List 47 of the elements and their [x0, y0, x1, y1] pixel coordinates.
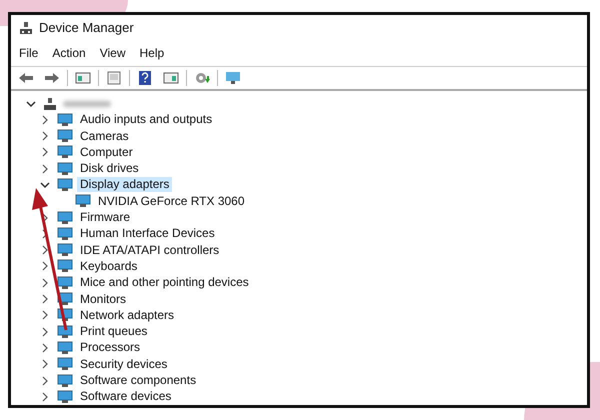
device-icon [75, 194, 91, 208]
device-icon [57, 162, 73, 176]
window-icon[interactable] [106, 70, 122, 86]
tree-item[interactable]: Processors [77, 340, 144, 356]
tree-item[interactable]: Software components [77, 373, 200, 388]
computer-icon [43, 96, 57, 110]
device-icon [57, 276, 73, 290]
tree-item[interactable]: Security devices [77, 356, 170, 372]
menu-item[interactable]: File [19, 44, 38, 62]
device-icon [57, 390, 73, 404]
device-icon [57, 340, 73, 355]
blurred-label [63, 100, 111, 106]
device-icon [57, 226, 73, 241]
tree-item[interactable]: Network adapters [77, 308, 178, 323]
tree-item[interactable]: Firmware [77, 210, 133, 226]
tree-item[interactable]: Mice and other pointing devices [77, 275, 252, 290]
device-icon [57, 243, 73, 258]
device-icon [57, 210, 73, 225]
tree-item[interactable]: Print queues [77, 324, 150, 340]
tree-item[interactable]: Keyboards [77, 258, 140, 274]
tree-item[interactable]: Cameras [77, 128, 132, 144]
device-icon [57, 145, 73, 160]
device-icon [57, 324, 73, 339]
tree-item[interactable]: NVIDIA GeForce RTX 3060 [95, 194, 248, 209]
panel-icon[interactable] [75, 70, 91, 86]
device-icon [57, 112, 73, 127]
tree-item[interactable]: Monitors [77, 292, 130, 307]
tree-item[interactable]: Computer [77, 144, 136, 160]
menu-item[interactable]: View [100, 44, 126, 62]
device-icon [57, 178, 73, 192]
tree-item[interactable]: Audio inputs and outputs [77, 112, 216, 128]
device-icon [57, 357, 73, 372]
tree-item[interactable]: Display adapters [77, 177, 172, 192]
tree-item[interactable]: Disk drives [77, 161, 142, 176]
tree-item[interactable]: IDE ATA/ATAPI controllers [77, 242, 222, 258]
tree-item[interactable]: Human Interface Devices [77, 226, 218, 242]
device-icon [57, 374, 73, 388]
panel-icon[interactable] [163, 70, 179, 86]
window-title: Device Manager [39, 18, 134, 37]
network-icon [19, 20, 33, 35]
tree-item[interactable]: Software devices [77, 389, 174, 404]
help-icon[interactable] [137, 70, 153, 86]
menu-item[interactable]: Action [52, 44, 86, 62]
monitor-icon[interactable] [225, 70, 241, 86]
device-icon [57, 259, 73, 274]
device-icon [57, 129, 73, 144]
menu-item[interactable]: Help [140, 44, 164, 62]
